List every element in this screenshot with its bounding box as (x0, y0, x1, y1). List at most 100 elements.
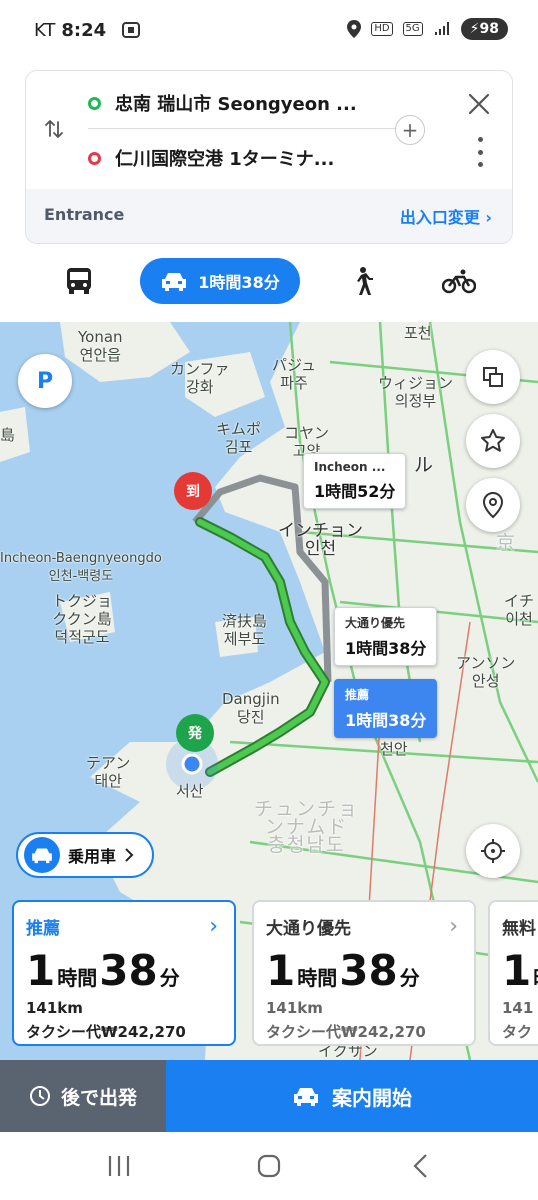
parking-button[interactable]: P (18, 354, 72, 408)
map-label-taean: テアン 태안 (86, 754, 130, 790)
map-label-text: テアン 태안 (86, 754, 131, 790)
carrier-label: KT (34, 20, 56, 41)
map-label-text: ル (414, 454, 436, 476)
entrance-change-link[interactable]: 出入口変更 › (400, 204, 492, 228)
map-label-text: アンソン 안성 (456, 654, 516, 690)
route-option-time: 1 時間 38 分 (26, 949, 222, 993)
map-label-text: 서산 (176, 782, 204, 800)
more-options-icon[interactable] (476, 137, 484, 167)
tab-car[interactable]: 1時間38分 (140, 258, 300, 304)
chevron-right-icon: › (209, 914, 218, 939)
back-icon[interactable] (406, 1152, 436, 1180)
destination-marker[interactable]: 到 (174, 472, 212, 510)
bus-icon (67, 268, 91, 294)
time-hours-unit: 時間 (297, 966, 338, 990)
origin-marker[interactable]: 発 (176, 714, 214, 752)
depart-later-button[interactable]: 後で出発 (0, 1060, 166, 1132)
chevron-right-icon (125, 848, 134, 862)
hd-icon: HD (371, 22, 393, 36)
map-label-jebudo: 済扶島 제부도 (222, 612, 267, 648)
origin-dot-icon (88, 96, 101, 110)
layers-button[interactable] (466, 350, 520, 404)
origin-field[interactable]: 忠南 瑞山市 Seongyeon ... (88, 90, 357, 116)
map-label-text: 済扶島 제부도 (222, 612, 268, 648)
pin-button[interactable] (466, 478, 520, 532)
map-label-text: トクジョ ククン島 덕적군도 (52, 592, 113, 646)
depart-later-label: 後で出発 (60, 1086, 137, 1109)
home-icon[interactable] (254, 1152, 284, 1180)
walk-icon (357, 267, 373, 295)
screenshot-notification-icon (121, 22, 140, 38)
route-option-distance: 141km (26, 999, 83, 1017)
alt-route-bubble-incheon[interactable]: Incheon ... 1時間52分 (303, 453, 407, 509)
favorite-button[interactable] (466, 414, 520, 468)
entrance-bar: Entrance 出入口変更 › (26, 189, 512, 243)
route-option-highway[interactable]: 大通り優先 › 1 時間 38 分 141km タクシー代₩242,270 (252, 900, 476, 1046)
bubble-subtitle: 推薦 (345, 688, 370, 702)
map-label-text: Dangjin 당진 (222, 690, 280, 726)
current-location-button[interactable] (466, 824, 520, 878)
car-time-label: 1時間38分 (198, 273, 280, 292)
route-card: 忠南 瑞山市 Seongyeon ... + 仁川国際空港 1ターミナ... E… (25, 70, 513, 244)
tab-bike[interactable] (438, 258, 480, 304)
marker-label: 到 (186, 484, 200, 500)
start-navigation-button[interactable]: 案内開始 (166, 1060, 538, 1132)
map-view[interactable]: Yonan 연안읍 カンファ 강화 パジュ 파주 포천 ウィジョン 의정부 キム… (0, 322, 538, 1060)
alt-route-bubble-highway[interactable]: 大通り優先 1時間38分 (334, 607, 438, 666)
vehicle-type-selector[interactable]: 乗用車 (16, 832, 154, 878)
close-icon[interactable] (466, 91, 492, 117)
time-hours-unit: 時間 (57, 966, 98, 990)
map-label-text: 천안 (380, 740, 408, 758)
recommended-route-bubble[interactable]: 推薦 1時間38分 (334, 679, 438, 738)
recents-icon[interactable] (104, 1152, 134, 1180)
map-label-paju: パジュ 파주 (272, 356, 316, 392)
map-label-text: カンファ 강화 (170, 360, 230, 396)
clock: 8:24 (61, 20, 107, 41)
system-nav-bar (0, 1132, 538, 1200)
status-left: KT 8:24 (34, 20, 140, 41)
map-label-text: キムポ 김포 (216, 420, 262, 456)
map-label-text: ウィジョン 의정부 (378, 374, 454, 410)
map-label-yonan: Yonan 연안읍 (78, 328, 123, 364)
origin-text: 忠南 瑞山市 Seongyeon ... (115, 94, 357, 115)
time-hours-unit: 時 (533, 962, 538, 991)
bubble-time: 1時間38分 (345, 711, 427, 730)
bubble-subtitle: Incheon ... (314, 460, 386, 474)
destination-text: 仁川国際空港 1ターミナ... (115, 149, 335, 170)
map-label-gimpo: キムポ 김포 (216, 420, 261, 456)
destination-field[interactable]: 仁川国際空港 1ターミナ... (88, 145, 334, 171)
map-label-gyeong-partial: 京 (496, 532, 518, 554)
tab-walk[interactable] (346, 258, 378, 304)
bubble-time: 1時間38分 (345, 639, 427, 658)
route-option-recommended[interactable]: 推薦 › 1 時間 38 分 141km タクシー代₩242,270 (12, 900, 236, 1046)
status-right: HD 5G ⚡98 (347, 18, 508, 40)
time-minutes-unit: 分 (399, 966, 420, 990)
star-icon (481, 429, 505, 452)
map-label-text: 島 (0, 426, 16, 444)
map-label-island: 島 (0, 426, 15, 444)
location-icon (347, 20, 362, 38)
swap-direction-icon[interactable] (42, 117, 66, 141)
start-navigation-label: 案内開始 (332, 1085, 412, 1110)
route-option-distance: 141 (502, 999, 534, 1017)
route-option-fare: タクシー代₩242,270 (26, 1023, 186, 1041)
destination-dot-icon (88, 151, 101, 165)
map-label-baengnyeongdo: Incheon-Baengnyeongdo 인천-백령도 (0, 550, 162, 586)
map-label-icheon: イチ 이천 (504, 592, 534, 628)
map-label-text: 京 (496, 532, 518, 554)
car-icon (24, 837, 60, 873)
route-option-time: 1 時間 38 分 (266, 949, 462, 993)
add-waypoint-button[interactable]: + (395, 115, 425, 145)
route-option-free[interactable]: 無料 1 時 141 タク (488, 900, 538, 1046)
map-label-incheon: インチョン 인천 (278, 522, 363, 558)
time-minutes: 38 (99, 946, 158, 995)
map-label-seoul-partial: ル (414, 454, 436, 476)
tab-transit[interactable] (58, 258, 100, 304)
route-divider (88, 128, 414, 129)
route-option-title: 大通り優先 (266, 919, 351, 939)
crosshair-icon (481, 839, 505, 863)
car-icon (294, 1088, 318, 1106)
map-pin-icon (482, 491, 504, 519)
map-label-anseong: アンソン 안성 (456, 654, 515, 690)
route-option-time: 1 時 (502, 949, 538, 993)
